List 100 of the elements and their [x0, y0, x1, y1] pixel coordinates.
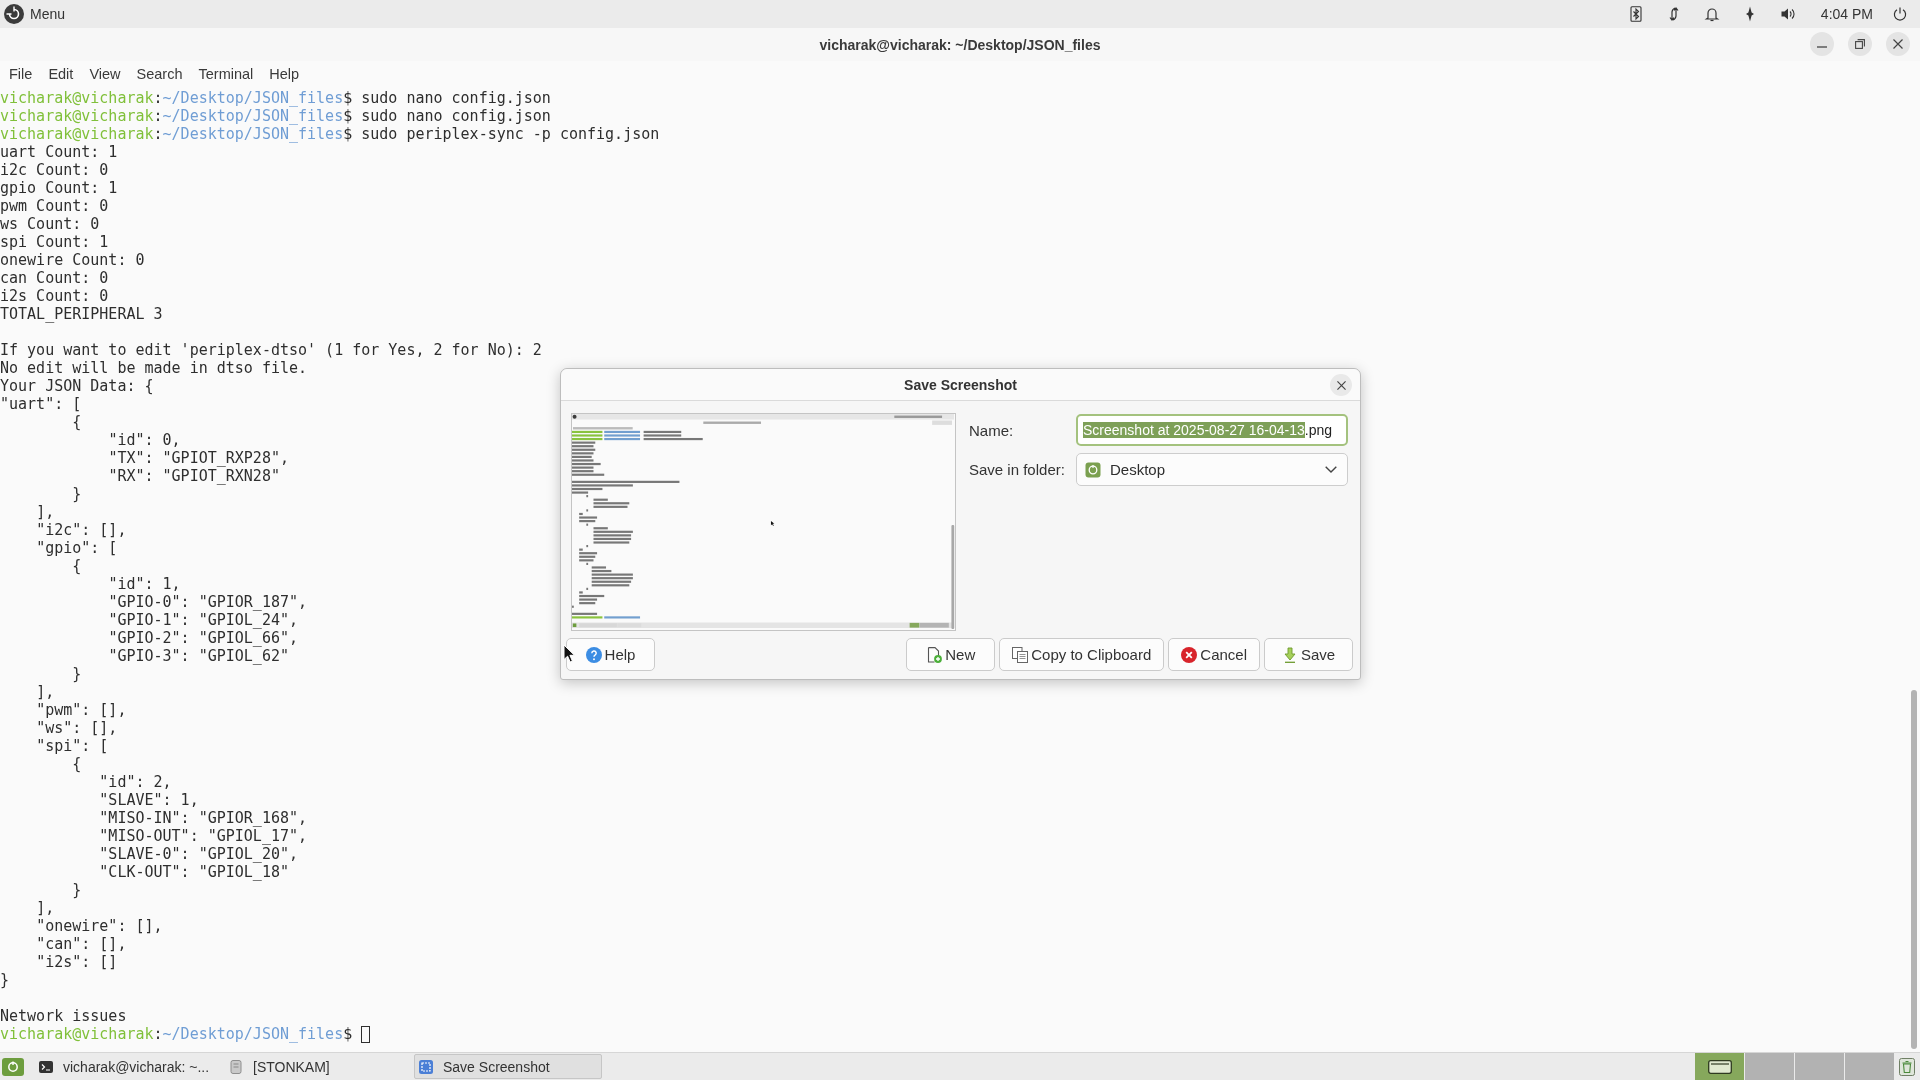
terminal-output-line: "gpio": [ [36, 539, 118, 557]
terminal-prompt-line: vicharak@vicharak:~/Desktop/JSON_files$ [0, 1025, 353, 1043]
restore-button[interactable] [1848, 32, 1872, 56]
menu-item[interactable]: View [81, 63, 129, 84]
close-button[interactable] [1886, 32, 1910, 56]
terminal-output-line: "id": 2, [99, 773, 172, 791]
terminal-icon [39, 1059, 53, 1074]
power-icon[interactable] [1892, 6, 1908, 22]
terminal-output-line: "GPIO-2": "GPIOL_66", [108, 629, 299, 647]
terminal-output-line: "MISO-IN": "GPIOR_168", [99, 809, 308, 827]
terminal-output-line: ], [36, 899, 55, 917]
mouse-pointer-icon [563, 644, 575, 663]
scrollbar[interactable] [1911, 690, 1917, 1049]
cancel-button[interactable]: Cancel [1168, 638, 1260, 671]
field-label: Name: [969, 421, 1015, 439]
app-menu-icon[interactable] [2, 1057, 24, 1076]
minimize-button[interactable] [1810, 32, 1834, 56]
new-button[interactable]: New [906, 638, 996, 671]
terminal-output-line: uart Count: 1 [0, 143, 118, 161]
screenshot-app-icon [419, 1059, 433, 1074]
terminal-output-line: i2s Count: 0 [0, 287, 109, 305]
menu-item[interactable]: File [1, 63, 41, 84]
terminal-output-line: "RX": "GPIOT_RXN28" [108, 467, 280, 485]
copy-button[interactable]: Copy to Clipboard [999, 638, 1165, 671]
terminal-prompt-line: vicharak@vicharak:~/Desktop/JSON_files$ sudo periplex-sync -p config.json [0, 125, 660, 143]
terminal-output-line: If you want to edit 'periplex-dtso' (1 for Yes, 2 for No): 2 [0, 341, 542, 359]
terminal-output-line: "id": 1, [108, 575, 181, 593]
cancel-icon [1181, 646, 1198, 663]
terminal-output-line: "CLK-OUT": "GPIOL_18" [99, 863, 289, 881]
terminal-prompt-line: vicharak@vicharak:~/Desktop/JSON_files$ sudo nano config.json [0, 89, 551, 107]
terminal-prompt-line: vicharak@vicharak:~/Desktop/JSON_files$ sudo nano config.json [0, 107, 551, 125]
terminal-output-line: { [72, 557, 82, 575]
help-icon [585, 646, 602, 663]
terminal-output-line: { [72, 755, 82, 773]
restore-icon [1855, 39, 1865, 49]
help-button[interactable]: Help [566, 638, 655, 671]
terminal-output-line: ws Count: 0 [0, 215, 100, 233]
terminal-output-line: "TX": "GPIOT_RXP28", [108, 449, 289, 467]
taskbar-item[interactable]: [STONKAM] [224, 1054, 412, 1079]
clock[interactable]: 4:04 PM [1820, 6, 1873, 22]
terminal-output-line: "i2s": [] [36, 953, 118, 971]
volume-icon[interactable] [1779, 6, 1796, 22]
terminal-output-line: "SLAVE": 1, [99, 791, 199, 809]
menu-item[interactable]: Help [261, 63, 308, 84]
terminal-output-line: } [0, 971, 10, 989]
terminal-output-line: "GPIO-1": "GPIOL_24", [108, 611, 299, 629]
application-icon [229, 1059, 243, 1074]
close-icon [1336, 380, 1346, 390]
terminal-output-line: "ws": [], [36, 719, 118, 737]
menu-button[interactable]: Menu [2, 2, 68, 26]
taskbar-item[interactable]: vicharak@vicharak: ~... [34, 1054, 222, 1079]
terminal-output-line: } [72, 665, 82, 683]
taskbar-item[interactable]: Save Screenshot [414, 1054, 602, 1079]
terminal-output-line: ], [36, 503, 55, 521]
menu-item[interactable]: Edit [40, 63, 82, 84]
chevron-down-icon [1325, 466, 1337, 473]
terminal-output-line: "uart": [ [0, 395, 82, 413]
terminal-output-line: gpio Count: 1 [0, 179, 118, 197]
terminal-output-line: "i2c": [], [36, 521, 127, 539]
folder-dropdown[interactable]: Desktop [1076, 453, 1348, 486]
dialog-title: Save Screenshot [904, 376, 1017, 393]
terminal-output-line: "can": [], [36, 935, 127, 953]
copy-icon [1012, 646, 1029, 663]
notification-bell-icon[interactable] [1703, 6, 1720, 22]
save-arrow-icon [1281, 646, 1298, 663]
terminal-output-line: } [72, 485, 82, 503]
terminal-output-line: "MISO-OUT": "GPIOL_17", [99, 827, 308, 845]
terminal-output-line: "spi": [ [36, 737, 109, 755]
name-field[interactable]: Screenshot at 2025-08-27 16-04-13.png [1076, 414, 1348, 446]
menu-item[interactable]: Terminal [190, 63, 262, 84]
terminal-output-line: TOTAL_PERIPHERAL 3 [0, 305, 163, 323]
logo-icon [4, 4, 24, 24]
terminal-output-line: { [72, 413, 82, 431]
bluetooth-icon[interactable] [1627, 6, 1644, 22]
terminal-output-line: can Count: 0 [0, 269, 109, 287]
terminal-output-line: "GPIO-3": "GPIOL_62" [108, 647, 289, 665]
window-thumbnail-icon [1707, 1059, 1732, 1074]
new-document-icon [926, 646, 943, 663]
menu-item[interactable]: Search [128, 63, 191, 84]
terminal-output-line: "id": 0, [108, 431, 181, 449]
terminal-output-line: No edit will be made in dtso file. [0, 359, 308, 377]
workspace-button[interactable] [1695, 1053, 1744, 1080]
save-button[interactable]: Save [1264, 638, 1353, 671]
minimize-icon [1817, 46, 1827, 48]
terminal-output-line: Network issues [0, 1007, 127, 1025]
trash-icon[interactable] [1899, 1057, 1915, 1076]
terminal-output-line: "SLAVE-0": "GPIOL_20", [99, 845, 299, 863]
terminal-output-line: } [72, 881, 82, 899]
terminal-output-line: Your JSON Data: { [0, 377, 154, 395]
field-label: Save in folder: [969, 461, 1066, 478]
terminal-output-line: spi Count: 1 [0, 233, 109, 251]
close-icon [1893, 39, 1903, 49]
terminal-output-line: "onewire": [], [36, 917, 163, 935]
dialog-close-button[interactable] [1330, 374, 1352, 396]
desktop-folder-icon [1085, 461, 1101, 478]
terminal-output-line: pwm Count: 0 [0, 197, 109, 215]
terminal-output-line: "pwm": [], [36, 701, 127, 719]
terminal-output-line: onewire Count: 0 [0, 251, 145, 269]
terminal-output-line: ], [36, 683, 55, 701]
terminal-output-line: "GPIO-0": "GPIOR_187", [108, 593, 308, 611]
